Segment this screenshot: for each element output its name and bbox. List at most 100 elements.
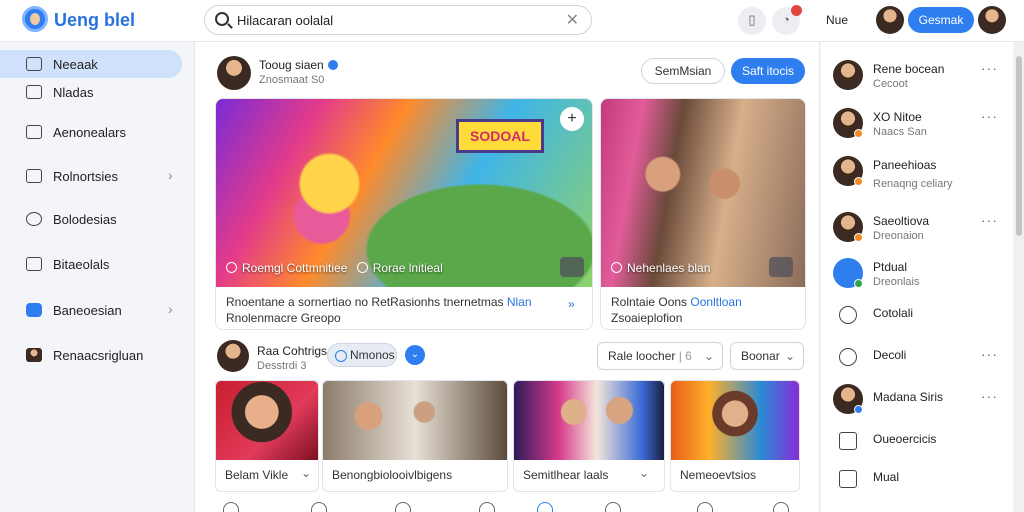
home-icon[interactable] [223, 502, 239, 512]
folder-icon [26, 125, 42, 139]
caption-text: Nehenlaes blan [627, 261, 711, 275]
message-icon [839, 470, 857, 488]
notifications-button[interactable]: ◔ [772, 5, 802, 35]
post-author-avatar[interactable] [217, 340, 249, 372]
chevron-right-icon: › [168, 167, 173, 183]
card-description-text: Rolntaie Oons [611, 295, 688, 309]
menu-icon[interactable] [773, 502, 789, 512]
more-options-icon[interactable]: ··· [981, 108, 998, 124]
contact-item[interactable]: Rene bocean Cecoot ··· [821, 56, 1013, 100]
sidebar-item-3[interactable]: Rolnortsies › [0, 162, 182, 190]
bell-icon[interactable] [697, 502, 713, 512]
status-badge [854, 279, 863, 288]
contact-name: Rene bocean [873, 62, 945, 76]
bookmark-button[interactable]: ▯ [738, 7, 766, 35]
contact-status: Dreonaion [873, 230, 924, 242]
media-thumb[interactable]: Benongbiolooivlbigens [322, 380, 508, 492]
sidebar-item-2[interactable]: Aenonealars [0, 118, 182, 146]
post-author-avatar[interactable] [217, 56, 251, 90]
contact-name: Madana Siris [873, 390, 944, 404]
search-icon [215, 12, 229, 26]
app-logo[interactable] [22, 6, 48, 32]
post-author-name[interactable]: Raa Cohtrigs [257, 344, 327, 358]
contact-item[interactable]: Paneehioas Renaqng celiary [821, 152, 1013, 196]
primary-action-button[interactable]: Gesmak [908, 7, 974, 33]
menu-item-label: Mual [873, 470, 900, 484]
media-thumb[interactable]: Belam Vikle ⌄ [215, 380, 319, 492]
add-icon[interactable]: + [560, 107, 584, 131]
contact-item[interactable]: Ptdual Dreonlais [821, 254, 1013, 298]
more-options-icon[interactable]: ··· [981, 346, 998, 362]
sidebar-item-5[interactable]: Bitaeolals [0, 250, 182, 278]
sidebar-item-1[interactable]: Nladas [0, 78, 182, 106]
chevron-down-icon[interactable]: ⌄ [405, 345, 425, 365]
menu-item[interactable]: Decoli ··· [821, 340, 1013, 384]
groups-icon[interactable] [605, 502, 621, 512]
sort-dropdown[interactable]: Rale loocher | 6 ⌄ [597, 342, 723, 370]
top-bar: Ueng blel Hilacaran oolalal ✕ ▯ ◔ Nue Ge… [0, 0, 1024, 42]
profile-avatar[interactable] [876, 6, 904, 34]
sidebar-item-4[interactable]: Bolodesias [0, 205, 182, 233]
clear-search-icon[interactable]: ✕ [566, 10, 579, 30]
chevron-down-icon[interactable]: ⌄ [639, 466, 649, 480]
filter-pill[interactable]: Nmonos [327, 343, 397, 367]
more-arrows-icon[interactable]: » [568, 297, 575, 311]
sidebar-item-6[interactable]: Baneoesian › [0, 296, 182, 324]
menu-item[interactable]: Cotolali [821, 298, 1013, 342]
contact-status: Dreonlais [873, 276, 920, 288]
sidebar-item-0[interactable]: Neeaak [0, 50, 182, 78]
post-card-featured[interactable]: SODOAL + Roemgl Cottmnitiee Rorae lnitie… [215, 98, 593, 330]
media-thumb[interactable]: Semitlhear laals ⌄ [513, 380, 665, 492]
post-author-name[interactable]: Tooug siaen [259, 58, 338, 72]
account-avatar[interactable] [978, 6, 1006, 34]
shop-icon[interactable] [479, 502, 495, 512]
inbox-icon [26, 85, 42, 99]
expand-icon[interactable] [769, 257, 793, 277]
card-link[interactable]: Oonltloan [690, 295, 741, 309]
scroll-thumb[interactable] [1016, 56, 1022, 236]
contact-name: Saeoltiova [873, 214, 930, 228]
filter-dropdown-label: Boonar [741, 349, 780, 363]
sort-dropdown-label: Rale loocher [608, 349, 676, 363]
info-icon [356, 262, 368, 273]
sidebar-item-7[interactable]: Renaacsrigluan [0, 341, 182, 369]
post-author-name-text: Tooug siaen [259, 58, 324, 72]
document-icon [839, 432, 857, 450]
image-caption: Roemgl Cottmnitiee Rorae lnitieal [226, 261, 443, 275]
menu-item-label: Cotolali [873, 306, 914, 320]
post-card-secondary[interactable]: Nehenlaes blan Rolntaie Oons Oonltloan Z… [600, 98, 806, 330]
active-tab-icon[interactable] [537, 502, 553, 512]
search-bar[interactable]: Hilacaran oolalal ✕ [204, 5, 592, 35]
chevron-right-icon: › [168, 301, 173, 317]
more-options-icon[interactable]: ··· [981, 212, 998, 228]
card-description: Rolntaie Oons Oonltloan [611, 295, 742, 309]
status-badge [854, 233, 863, 242]
top-link[interactable]: Nue [826, 13, 848, 27]
filter-dropdown[interactable]: Boonar ⌄ [730, 342, 804, 370]
card-subtext: Rnolenmacre Greopo [226, 311, 341, 325]
media-thumb[interactable]: Nemeoevtsios [670, 380, 800, 492]
thumb-label: Semitlhear laals [523, 468, 609, 482]
contact-item[interactable]: Saeoltiova Dreonaion ··· [821, 208, 1013, 252]
expand-icon[interactable] [560, 257, 584, 277]
explore-icon[interactable] [311, 502, 327, 512]
clock-icon [839, 306, 857, 324]
search-input[interactable]: Hilacaran oolalal [237, 13, 333, 28]
contact-avatar [833, 60, 863, 90]
contact-item[interactable]: XO Nitoe Naacs San ··· [821, 104, 1013, 148]
image-caption: Nehenlaes blan [611, 261, 710, 275]
more-options-icon[interactable]: ··· [981, 388, 998, 404]
primary-button[interactable]: Saft itocis [731, 58, 805, 84]
secondary-button[interactable]: SemMsian [641, 58, 725, 84]
contact-item[interactable]: Madana Siris ··· [821, 380, 1013, 424]
thumb-label: Belam Vikle [225, 468, 289, 482]
scrollbar[interactable] [1014, 42, 1024, 512]
sidebar-item-label: Renaacsrigluan [53, 348, 144, 363]
chevron-down-icon[interactable]: ⌄ [301, 466, 311, 480]
thumb-label: Benongbiolooivlbigens [332, 468, 453, 482]
more-options-icon[interactable]: ··· [981, 60, 998, 76]
sidebar-item-label: Bitaeolals [53, 257, 110, 272]
card-link[interactable]: Nlan [507, 295, 532, 309]
video-icon[interactable] [395, 502, 411, 512]
menu-item[interactable]: Mual [821, 462, 1013, 506]
